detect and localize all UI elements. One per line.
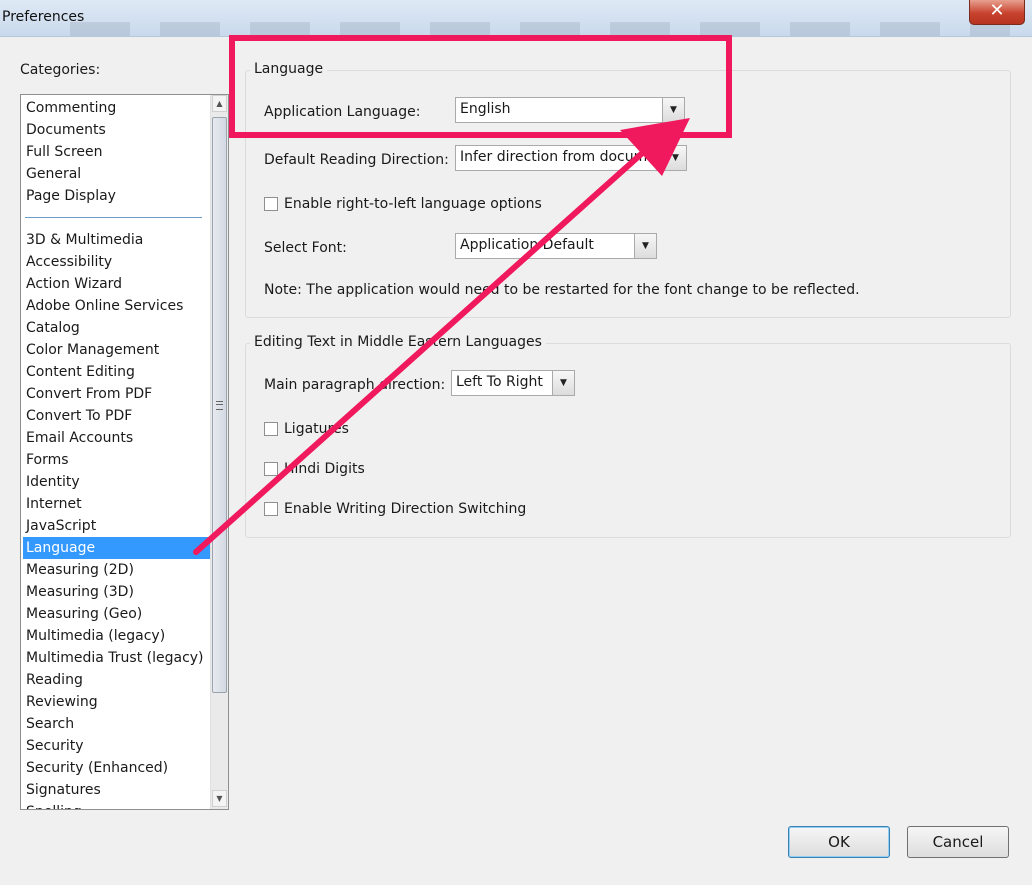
category-item-search[interactable]: Search [23,713,210,735]
category-item-content-editing[interactable]: Content Editing [23,361,210,383]
close-button[interactable]: ✕ [969,0,1025,25]
reading-direction-value: Infer direction from document [460,149,660,165]
category-item-color-management[interactable]: Color Management [23,339,210,361]
scroll-up-icon[interactable]: ▲ [212,95,227,112]
category-item-measuring-2d[interactable]: Measuring (2D) [23,559,210,581]
close-icon: ✕ [989,0,1005,21]
category-item-catalog[interactable]: Catalog [23,317,210,339]
category-item-page-display[interactable]: Page Display [23,185,210,207]
dropdown-arrow-icon: ▼ [634,234,656,258]
category-item-3d-multimedia[interactable]: 3D & Multimedia [23,229,210,251]
category-item-action-wizard[interactable]: Action Wizard [23,273,210,295]
hindi-digits-checkbox[interactable] [264,462,278,476]
category-item-signatures[interactable]: Signatures [23,779,210,801]
category-item-measuring-3d[interactable]: Measuring (3D) [23,581,210,603]
category-item-security-enhanced[interactable]: Security (Enhanced) [23,757,210,779]
category-item-full-screen[interactable]: Full Screen [23,141,210,163]
category-item-spelling[interactable]: Spelling [23,801,210,809]
scroll-down-icon[interactable]: ▼ [212,790,227,807]
category-item-convert-from-pdf[interactable]: Convert From PDF [23,383,210,405]
title-bar: Preferences ✕ [0,0,1032,37]
category-item-documents[interactable]: Documents [23,119,210,141]
categories-list[interactable]: Commenting Documents Full Screen General Pag… [20,94,229,810]
category-item-language[interactable]: Language [23,537,210,559]
reading-direction-select[interactable]: Infer direction from document ▼ [455,145,687,171]
category-item-reviewing[interactable]: Reviewing [23,691,210,713]
font-select[interactable]: Application Default ▼ [455,233,657,259]
ligatures-checkbox[interactable] [264,422,278,436]
hindi-digits-label: Hindi Digits [284,461,365,477]
scroll-thumb[interactable] [212,117,227,693]
font-note: Note: The application would need to be r… [264,282,860,298]
categories-list-items: Commenting Documents Full Screen General Pag… [21,95,210,809]
category-item-multimedia-trust-legacy[interactable]: Multimedia Trust (legacy) [23,647,210,669]
cancel-button[interactable]: Cancel [907,826,1009,858]
category-item-accessibility[interactable]: Accessibility [23,251,210,273]
category-item-convert-to-pdf[interactable]: Convert To PDF [23,405,210,427]
category-item-commenting[interactable]: Commenting [23,97,210,119]
category-item-email-accounts[interactable]: Email Accounts [23,427,210,449]
category-item-reading[interactable]: Reading [23,669,210,691]
paragraph-direction-label: Main paragraph direction: [264,377,446,393]
categories-separator [25,217,202,218]
annotation-highlight-box [229,35,732,138]
dropdown-arrow-icon: ▼ [664,146,686,170]
category-item-adobe-online-services[interactable]: Adobe Online Services [23,295,210,317]
rtl-label: Enable right-to-left language options [284,196,542,212]
dropdown-arrow-icon: ▼ [552,371,574,395]
category-item-identity[interactable]: Identity [23,471,210,493]
rtl-checkbox[interactable] [264,197,278,211]
ok-button[interactable]: OK [788,826,890,858]
background-window-strip [70,22,1010,36]
category-item-general[interactable]: General [23,163,210,185]
reading-direction-label: Default Reading Direction: [264,152,449,168]
window-title: Preferences [2,9,85,25]
middle-east-group-title: Editing Text in Middle Eastern Languages [250,334,546,350]
category-item-forms[interactable]: Forms [23,449,210,471]
direction-switching-checkbox[interactable] [264,502,278,516]
direction-switching-label: Enable Writing Direction Switching [284,501,527,517]
categories-scrollbar[interactable]: ▲ ▼ [210,95,228,809]
ligatures-label: Ligatures [284,421,349,437]
categories-label: Categories: [20,62,101,78]
category-item-javascript[interactable]: JavaScript [23,515,210,537]
grip-icon [216,401,223,410]
paragraph-direction-value: Left To Right [456,374,543,390]
paragraph-direction-select[interactable]: Left To Right ▼ [451,370,575,396]
font-value: Application Default [460,237,594,253]
category-item-measuring-geo[interactable]: Measuring (Geo) [23,603,210,625]
font-label: Select Font: [264,240,347,256]
category-item-multimedia-legacy[interactable]: Multimedia (legacy) [23,625,210,647]
category-item-security[interactable]: Security [23,735,210,757]
category-item-internet[interactable]: Internet [23,493,210,515]
